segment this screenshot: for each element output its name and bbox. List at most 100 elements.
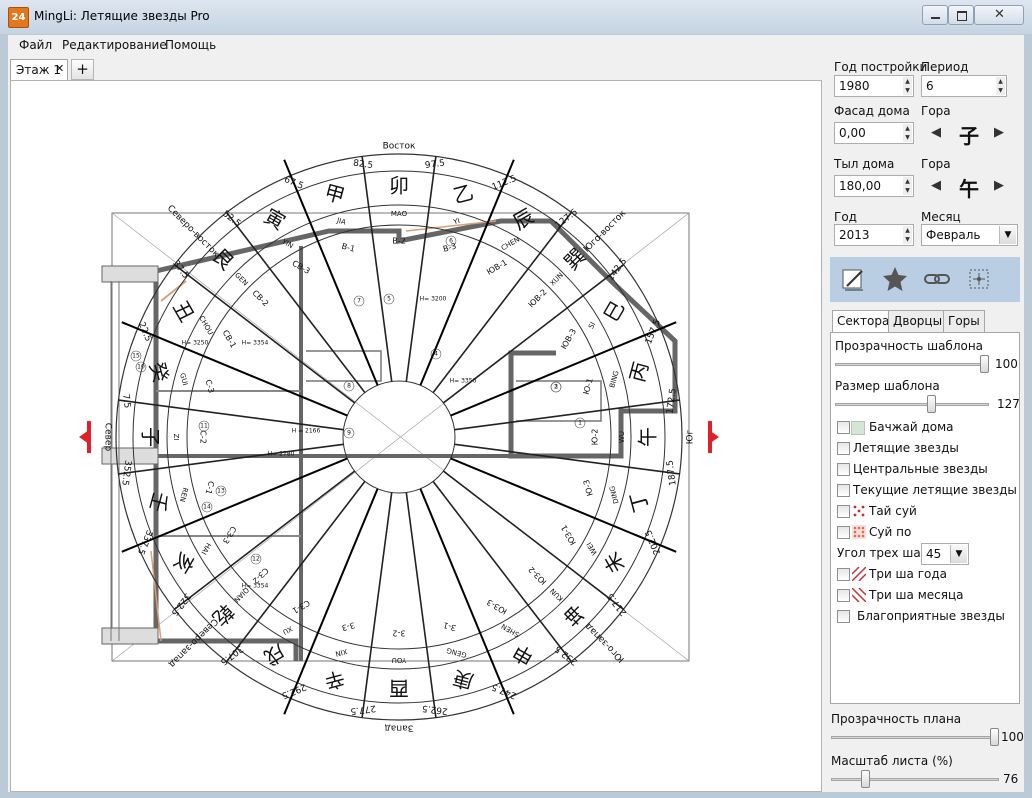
template-opacity-slider[interactable]: 100 xyxy=(835,354,1019,374)
add-tab-button[interactable]: + xyxy=(71,59,94,80)
tab-floor-1[interactable]: Этаж 1 ✕ xyxy=(10,59,68,80)
degree-label: 7.5 xyxy=(120,393,132,409)
toolbox xyxy=(830,257,1020,302)
central-stars-label: Центральные звезды xyxy=(853,462,988,476)
maximize-button[interactable] xyxy=(948,5,974,25)
three-sha-month-checkbox[interactable] xyxy=(837,589,850,602)
star-icon[interactable] xyxy=(880,264,910,294)
spin-arrows-icon[interactable]: ▲ ▼ xyxy=(903,77,912,95)
close-tab-icon[interactable]: ✕ xyxy=(55,62,64,75)
mountain2-label: Гора xyxy=(921,157,951,171)
direction-label-ne: Северо-восток xyxy=(165,204,221,260)
degree-label: 82.5 xyxy=(352,159,373,172)
year-input[interactable]: 2013 ▲ ▼ xyxy=(834,224,914,246)
close-button[interactable]: ✕ xyxy=(974,5,1024,25)
plan-opacity-slider[interactable]: 100 xyxy=(831,727,1024,747)
current-stars-checkbox[interactable] xyxy=(837,484,850,497)
mountain-pinyin: SI xyxy=(587,321,597,331)
slider-knob[interactable] xyxy=(990,728,999,746)
degree-label: 202.5 xyxy=(644,528,663,556)
tab-sectors[interactable]: Сектора xyxy=(832,310,895,333)
slider-knob[interactable] xyxy=(980,355,989,373)
tab-palaces[interactable]: Дворцы xyxy=(888,310,948,332)
degree-label: 217.5 xyxy=(606,591,630,618)
direction-label-east: Восток xyxy=(383,142,416,152)
dropdown-arrow-icon[interactable]: ▼ xyxy=(999,226,1016,244)
degree-label: 97.5 xyxy=(424,159,445,172)
slider-knob[interactable] xyxy=(927,395,937,413)
slider-knob[interactable] xyxy=(861,770,871,788)
room-number: 8 xyxy=(347,383,351,390)
degree-label: 307.5 xyxy=(218,643,245,667)
month-select[interactable]: Февраль ▼ xyxy=(921,224,1018,246)
facade-input[interactable]: 0,00 ▲ ▼ xyxy=(834,122,914,144)
room-height-label: H= 3200 xyxy=(420,296,447,303)
mountain-char: 辛 xyxy=(322,666,348,694)
spin-arrows-icon[interactable]: ▲ ▼ xyxy=(996,77,1005,95)
link-icon[interactable] xyxy=(922,264,952,294)
mountain-pinyin: BING xyxy=(608,370,620,389)
mountain-char: 酉 xyxy=(389,677,409,701)
prev-mountain2-icon[interactable]: ◀ xyxy=(931,178,941,193)
back-label: Тыл дома xyxy=(834,157,895,171)
dropdown-arrow-icon[interactable]: ▼ xyxy=(950,545,967,563)
room-number: 7 xyxy=(357,298,361,305)
three-sha-angle-select[interactable]: 45 ▼ xyxy=(921,543,969,565)
direction-label-west: Запад xyxy=(385,723,414,733)
sheet-scale-slider[interactable]: 76 xyxy=(831,769,1023,789)
next-mountain2-icon[interactable]: ▶ xyxy=(994,178,1004,193)
three-sha-year-checkbox[interactable] xyxy=(837,568,850,581)
tai-sui-label: Тай суй xyxy=(869,504,917,518)
direction-label-sw: Юго-запад xyxy=(584,621,627,664)
mountain2-char: 午 xyxy=(959,177,979,201)
period-input[interactable]: 6 ▲ ▼ xyxy=(921,75,1007,97)
bazhai-checkbox[interactable] xyxy=(837,421,850,434)
plan-opacity-value: 100 xyxy=(1001,730,1024,744)
spin-arrows-icon[interactable]: ▲ ▼ xyxy=(903,177,912,195)
degree-label: 52.5 xyxy=(220,209,242,229)
favorable-stars-checkbox[interactable] xyxy=(837,610,850,623)
menu-edit[interactable]: Редактирование xyxy=(62,38,167,52)
app-icon: 24 xyxy=(8,7,29,28)
bazhai-swatch xyxy=(851,421,865,435)
menu-help[interactable]: Помощь xyxy=(165,38,216,52)
sector-label: ЮВ-1 xyxy=(485,258,509,277)
mountain-pinyin: ZI xyxy=(172,434,180,441)
three-sha-year-label: Три ша года xyxy=(869,567,948,581)
mountain1-label: Гора xyxy=(921,104,951,118)
sector-label: С-1 xyxy=(204,480,216,495)
template-size-slider[interactable]: 127 xyxy=(835,394,1020,414)
mountain-pinyin: JIA xyxy=(335,216,347,226)
prev-mountain1-icon[interactable]: ◀ xyxy=(931,125,941,140)
edit-icon[interactable] xyxy=(838,264,868,294)
next-mountain1-icon[interactable]: ▶ xyxy=(994,125,1004,140)
sui-po-checkbox[interactable] xyxy=(837,526,850,539)
mountain-pinyin: GUI xyxy=(178,372,189,386)
flying-stars-checkbox[interactable] xyxy=(837,442,850,455)
spin-arrows-icon[interactable]: ▲ ▼ xyxy=(903,124,912,142)
central-stars-checkbox[interactable] xyxy=(837,463,850,476)
room-number: 3 xyxy=(554,384,558,391)
room-number: 12 xyxy=(252,556,260,563)
flying-stars-label: Летящие звезды xyxy=(853,441,959,455)
sector-label: В-3 xyxy=(442,242,457,254)
spin-arrows-icon[interactable]: ▲ ▼ xyxy=(903,226,912,244)
sector-label: СВ-2 xyxy=(250,288,270,308)
room-height-label: H= 3354 xyxy=(242,340,269,347)
back-input[interactable]: 180,00 ▲ ▼ xyxy=(834,175,914,197)
mountain-char: 甲 xyxy=(322,180,348,208)
build-year-input[interactable]: 1980 ▲ ▼ xyxy=(834,75,914,97)
mountain-pinyin: CHEN xyxy=(500,235,521,252)
menu-file[interactable]: Файл xyxy=(19,38,52,52)
plan-canvas[interactable]: H= 3354 H= 3250 H = 2166 H= 2780 H= 3200 H= 3… xyxy=(10,80,822,792)
compass-overlay[interactable]: H= 3354H= 3250H = 2166H= 2780H= 3200H= 3… xyxy=(11,81,822,792)
minimize-button[interactable] xyxy=(922,5,948,25)
center-point-icon[interactable] xyxy=(964,264,994,294)
tab-mountains[interactable]: Горы xyxy=(943,310,985,332)
panel-tabs: Сектора Дворцы Горы xyxy=(830,310,1020,333)
tai-sui-icon xyxy=(853,505,865,517)
tai-sui-checkbox[interactable] xyxy=(837,505,850,518)
floor-plan xyxy=(101,212,690,662)
degree-label: 157.5 xyxy=(644,318,663,346)
sui-po-icon xyxy=(852,525,866,539)
